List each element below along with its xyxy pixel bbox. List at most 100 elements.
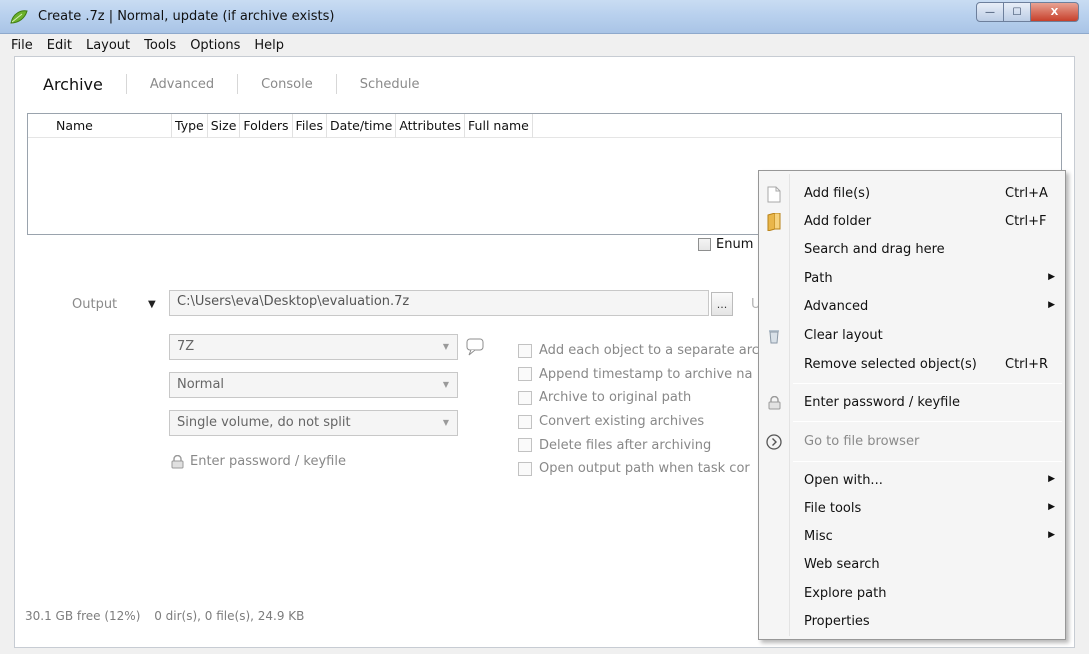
menu-item-open-with[interactable]: Open with... ▶: [759, 467, 1065, 495]
close-button[interactable]: X: [1031, 2, 1079, 22]
column-datetime[interactable]: Date/time: [327, 113, 397, 138]
option-convert-archives[interactable]: Convert existing archives: [518, 410, 759, 434]
menu-item-label: Advanced: [804, 299, 869, 314]
tab-strip: Archive Advanced Console Schedule: [29, 74, 442, 94]
tab-schedule[interactable]: Schedule: [337, 74, 443, 94]
menu-item-remove-selected[interactable]: Remove selected object(s) Ctrl+R: [759, 351, 1065, 379]
submenu-arrow-icon: ▶: [1048, 502, 1055, 512]
window-title: Create .7z | Normal, update (if archive …: [38, 9, 335, 24]
menu-item-label: Web search: [804, 557, 880, 572]
column-files[interactable]: Files: [293, 113, 327, 138]
browse-button[interactable]: ...: [711, 292, 733, 316]
menu-tools[interactable]: Tools: [137, 38, 183, 53]
menu-help[interactable]: Help: [247, 38, 291, 53]
file-icon: [765, 185, 783, 203]
status-bar: 30.1 GB free (12%) 0 dir(s), 0 file(s), …: [25, 609, 314, 623]
output-path-input[interactable]: C:\Users\eva\Desktop\evaluation.7z: [169, 290, 709, 316]
comment-icon[interactable]: [465, 338, 487, 356]
menu-edit[interactable]: Edit: [40, 38, 79, 53]
option-separate-archive[interactable]: Add each object to a separate arc: [518, 339, 759, 363]
menu-item-web-search[interactable]: Web search: [759, 551, 1065, 579]
menu-item-add-files[interactable]: Add file(s) Ctrl+A: [759, 180, 1065, 208]
option-label: Add each object to a separate arc: [539, 343, 759, 359]
menu-separator: [793, 421, 1062, 422]
menu-item-label: Path: [804, 271, 833, 286]
circle-arrow-icon: [765, 433, 783, 451]
menu-separator: [793, 383, 1062, 384]
column-type[interactable]: Type: [172, 113, 208, 138]
password-link-label: Enter password / keyfile: [190, 454, 346, 469]
context-menu: Add file(s) Ctrl+A Add folder Ctrl+F Sea…: [758, 170, 1066, 640]
split-select[interactable]: Single volume, do not split ▼: [169, 410, 458, 436]
submenu-arrow-icon: ▶: [1048, 530, 1055, 540]
column-name[interactable]: Name: [42, 113, 172, 138]
menu-item-file-tools[interactable]: File tools ▶: [759, 495, 1065, 523]
menu-item-path[interactable]: Path ▶: [759, 265, 1065, 293]
lock-icon: [765, 394, 783, 412]
password-link[interactable]: Enter password / keyfile: [171, 454, 346, 469]
column-folders[interactable]: Folders: [240, 113, 293, 138]
column-size[interactable]: Size: [208, 113, 241, 138]
menu-layout[interactable]: Layout: [79, 38, 137, 53]
menu-item-clear-layout[interactable]: Clear layout: [759, 322, 1065, 350]
option-open-output-path[interactable]: Open output path when task cor: [518, 457, 759, 481]
submenu-arrow-icon: ▶: [1048, 300, 1055, 310]
column-attributes[interactable]: Attributes: [396, 113, 466, 138]
menu-item-label: Explore path: [804, 586, 887, 601]
submenu-arrow-icon: ▶: [1048, 272, 1055, 282]
option-label: Open output path when task cor: [539, 461, 750, 477]
menu-item-advanced[interactable]: Advanced ▶: [759, 293, 1065, 321]
menu-item-label: Add file(s): [804, 186, 871, 201]
option-append-timestamp[interactable]: Append timestamp to archive na: [518, 363, 759, 387]
chevron-down-icon: ▼: [442, 418, 449, 427]
option-label: Delete files after archiving: [539, 437, 712, 453]
minimize-button[interactable]: —: [976, 2, 1004, 22]
menu-bar: File Edit Layout Tools Options Help: [0, 34, 1089, 56]
checkbox[interactable]: [518, 343, 532, 358]
split-select-value: Single volume, do not split: [177, 415, 351, 430]
menu-item-properties[interactable]: Properties: [759, 608, 1065, 636]
maximize-button[interactable]: ☐: [1004, 2, 1031, 22]
menu-item-label: Remove selected object(s): [804, 357, 977, 372]
column-fullname[interactable]: Full name: [465, 113, 533, 138]
menu-item-label: Go to file browser: [804, 434, 920, 449]
tab-archive[interactable]: Archive: [29, 74, 127, 94]
checkbox[interactable]: [518, 414, 532, 429]
menu-item-label: Open with...: [804, 473, 883, 488]
option-delete-files[interactable]: Delete files after archiving: [518, 433, 759, 457]
output-label: Output: [72, 297, 118, 312]
enum-checkbox[interactable]: [698, 238, 711, 251]
option-label: Archive to original path: [539, 390, 692, 406]
menu-options[interactable]: Options: [183, 38, 247, 53]
checkbox[interactable]: [518, 438, 532, 453]
option-original-path[interactable]: Archive to original path: [518, 386, 759, 410]
menu-item-explore-path[interactable]: Explore path: [759, 580, 1065, 608]
compression-level-select[interactable]: Normal ▼: [169, 372, 458, 398]
folder-icon: [765, 213, 783, 231]
menu-item-label: Add folder: [804, 214, 872, 229]
menu-item-search-drag[interactable]: Search and drag here: [759, 236, 1065, 264]
menu-item-label: Misc: [804, 529, 833, 544]
output-dropdown-caret[interactable]: ▼: [148, 299, 156, 310]
menu-item-add-folder[interactable]: Add folder Ctrl+F: [759, 208, 1065, 236]
menu-item-shortcut: Ctrl+F: [1005, 214, 1047, 229]
tab-console[interactable]: Console: [238, 74, 337, 94]
compression-level-value: Normal: [177, 377, 225, 392]
submenu-arrow-icon: ▶: [1048, 474, 1055, 484]
option-label: Convert existing archives: [539, 414, 705, 430]
menu-file[interactable]: File: [4, 38, 40, 53]
menu-item-label: Search and drag here: [804, 242, 945, 257]
menu-separator: [793, 461, 1062, 462]
menu-item-misc[interactable]: Misc ▶: [759, 523, 1065, 551]
menu-item-shortcut: Ctrl+R: [1005, 357, 1049, 372]
enum-option[interactable]: Enum: [698, 237, 753, 252]
checkbox[interactable]: [518, 367, 532, 382]
option-label: Append timestamp to archive na: [539, 366, 753, 382]
tab-advanced[interactable]: Advanced: [127, 74, 239, 94]
checkbox[interactable]: [518, 390, 532, 405]
chevron-down-icon: ▼: [442, 342, 449, 351]
checkbox[interactable]: [518, 461, 532, 476]
format-select[interactable]: 7Z ▼: [169, 334, 458, 360]
menu-item-go-to-file-browser[interactable]: Go to file browser: [759, 428, 1065, 456]
menu-item-enter-password[interactable]: Enter password / keyfile: [759, 389, 1065, 417]
